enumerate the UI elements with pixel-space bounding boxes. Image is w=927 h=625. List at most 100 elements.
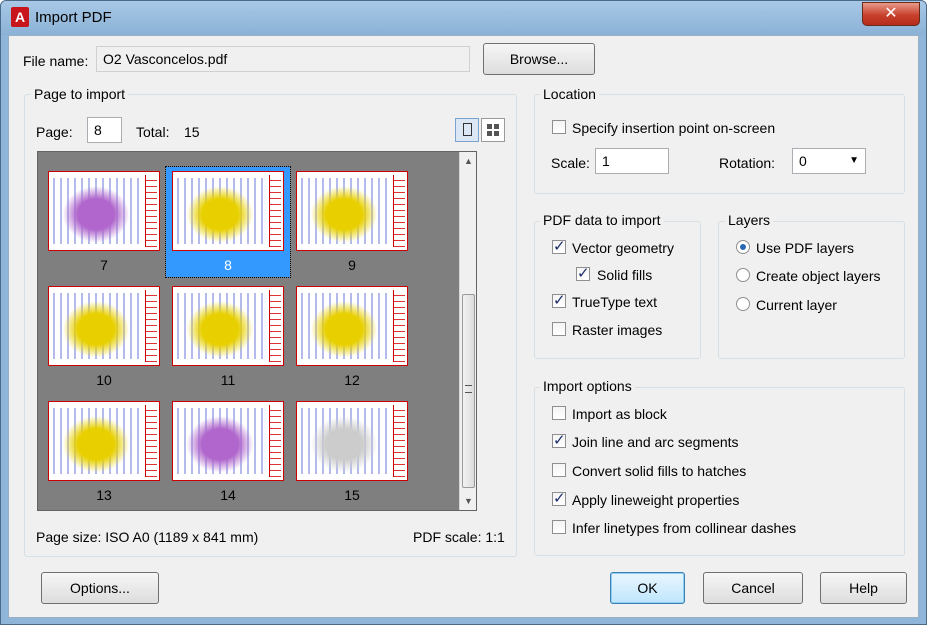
thumbnail-preview	[172, 171, 284, 251]
import-option-label-4[interactable]: Infer linetypes from collinear dashes	[572, 520, 796, 536]
page-thumbnail-10[interactable]: 10	[42, 282, 166, 392]
scale-input[interactable]: 1	[595, 148, 669, 174]
page-thumbnail-12[interactable]: 12	[290, 282, 414, 392]
thumbnail-preview	[48, 171, 160, 251]
layers-label-2[interactable]: Current layer	[756, 297, 837, 313]
drawing-preview-image	[53, 408, 139, 474]
rotation-value: 0	[799, 153, 807, 169]
layers-label-0[interactable]: Use PDF layers	[756, 240, 854, 256]
pdf-data-label-2[interactable]: TrueType text	[572, 294, 657, 310]
close-button[interactable]: ✕	[862, 2, 920, 26]
pdf-data-checkbox-1[interactable]	[576, 264, 590, 282]
dialog-body: File name: O2 Vasconcelos.pdf Browse... …	[8, 35, 919, 618]
pdf-data-checkbox-2[interactable]	[552, 291, 566, 309]
file-name-field: O2 Vasconcelos.pdf	[96, 46, 470, 72]
page-thumbnail-14[interactable]: 14	[166, 397, 290, 507]
window-title: Import PDF	[35, 9, 112, 26]
specify-insertion-label[interactable]: Specify insertion point on-screen	[572, 120, 775, 136]
import-option-label-0[interactable]: Import as block	[572, 406, 667, 422]
grip-icon	[465, 385, 472, 393]
page-thumbnail-13[interactable]: 13	[42, 397, 166, 507]
drawing-preview-image	[301, 293, 387, 359]
title-block-preview	[393, 175, 405, 247]
pdf-data-label-3[interactable]: Raster images	[572, 322, 662, 338]
thumbnail-page-number: 7	[100, 257, 108, 273]
title-block-preview	[145, 175, 157, 247]
import-option-checkbox-0[interactable]	[552, 406, 566, 420]
drawing-preview-image	[177, 408, 263, 474]
single-page-icon	[462, 123, 472, 136]
pdf-data-checkbox-3[interactable]	[552, 322, 566, 336]
thumbnail-preview	[172, 401, 284, 481]
scroll-thumb[interactable]	[462, 294, 475, 488]
thumbnail-page-number: 14	[220, 487, 236, 503]
import-option-checkbox-2[interactable]	[552, 463, 566, 477]
thumbnail-preview	[296, 171, 408, 251]
import-option-checkbox-4[interactable]	[552, 520, 566, 534]
import-option-label-2[interactable]: Convert solid fills to hatches	[572, 463, 746, 479]
thumbnail-preview	[172, 286, 284, 366]
location-title: Location	[540, 86, 599, 102]
rotation-label: Rotation:	[719, 155, 776, 171]
title-block-preview	[269, 175, 281, 247]
cancel-button[interactable]: Cancel	[703, 572, 803, 604]
drawing-preview-image	[53, 178, 139, 244]
scroll-up-icon[interactable]: ▲	[464, 156, 473, 166]
chevron-down-icon: ▼	[849, 155, 859, 166]
drawing-preview-image	[177, 293, 263, 359]
pdf-data-checkbox-0[interactable]	[552, 237, 566, 255]
page-thumbnail-9[interactable]: 9	[290, 167, 414, 277]
page-input[interactable]: 8	[87, 117, 122, 143]
grid-icon	[487, 124, 499, 136]
file-name-label: File name:	[23, 53, 89, 69]
scroll-down-icon[interactable]: ▼	[464, 496, 473, 506]
title-block-preview	[393, 405, 405, 477]
import-option-checkbox-1[interactable]	[552, 431, 566, 449]
import-option-label-1[interactable]: Join line and arc segments	[572, 434, 739, 450]
drawing-preview-image	[301, 408, 387, 474]
thumbnail-scrollbar[interactable]: ▲ ▼	[459, 152, 476, 510]
browse-button[interactable]: Browse...	[483, 43, 595, 75]
close-icon: ✕	[884, 5, 898, 22]
layers-radio-1[interactable]	[736, 268, 750, 282]
page-thumbnail-8[interactable]: 8	[165, 166, 291, 278]
page-thumbnail-11[interactable]: 11	[166, 282, 290, 392]
thumbnail-preview	[48, 401, 160, 481]
options-button[interactable]: Options...	[41, 572, 159, 604]
help-button[interactable]: Help	[820, 572, 907, 604]
thumbnail-page-number: 12	[344, 372, 360, 388]
page-thumbnail-7[interactable]: 7	[42, 167, 166, 277]
thumbnail-pane[interactable]: 7 8 9 10 11 12 13 14 15 ▲ ▼	[37, 151, 477, 511]
pdf-data-label-0[interactable]: Vector geometry	[572, 240, 674, 256]
thumbnail-page-number: 15	[344, 487, 360, 503]
layers-label-1[interactable]: Create object layers	[756, 268, 881, 284]
page-thumbnail-15[interactable]: 15	[290, 397, 414, 507]
title-block-preview	[145, 290, 157, 362]
pdf-scale-text: PDF scale: 1:1	[413, 529, 505, 545]
thumbnail-preview	[48, 286, 160, 366]
layers-radio-2[interactable]	[736, 297, 750, 311]
drawing-preview-image	[177, 178, 263, 244]
total-label: Total:	[136, 124, 170, 140]
title-block-preview	[393, 290, 405, 362]
ok-button[interactable]: OK	[610, 572, 685, 604]
layers-title: Layers	[725, 212, 774, 228]
pdf-data-title: PDF data to import	[540, 212, 664, 228]
title-bar: A Import PDF ✕	[1, 1, 926, 35]
thumbnail-page-number: 10	[96, 372, 112, 388]
layers-radio-0[interactable]	[736, 240, 750, 254]
title-block-preview	[145, 405, 157, 477]
single-page-view-button[interactable]	[455, 118, 479, 142]
thumbnail-page-number: 8	[224, 257, 232, 273]
title-block-preview	[269, 405, 281, 477]
thumbnail-preview	[296, 286, 408, 366]
drawing-preview-image	[301, 178, 387, 244]
autocad-app-icon: A	[11, 7, 29, 27]
rotation-select[interactable]: 0 ▼	[792, 148, 866, 174]
specify-insertion-checkbox[interactable]	[552, 120, 566, 134]
import-option-label-3[interactable]: Apply lineweight properties	[572, 492, 739, 508]
thumbnail-page-number: 11	[220, 372, 236, 388]
thumbnail-grid-view-button[interactable]	[481, 118, 505, 142]
import-option-checkbox-3[interactable]	[552, 489, 566, 507]
pdf-data-label-1[interactable]: Solid fills	[597, 267, 652, 283]
